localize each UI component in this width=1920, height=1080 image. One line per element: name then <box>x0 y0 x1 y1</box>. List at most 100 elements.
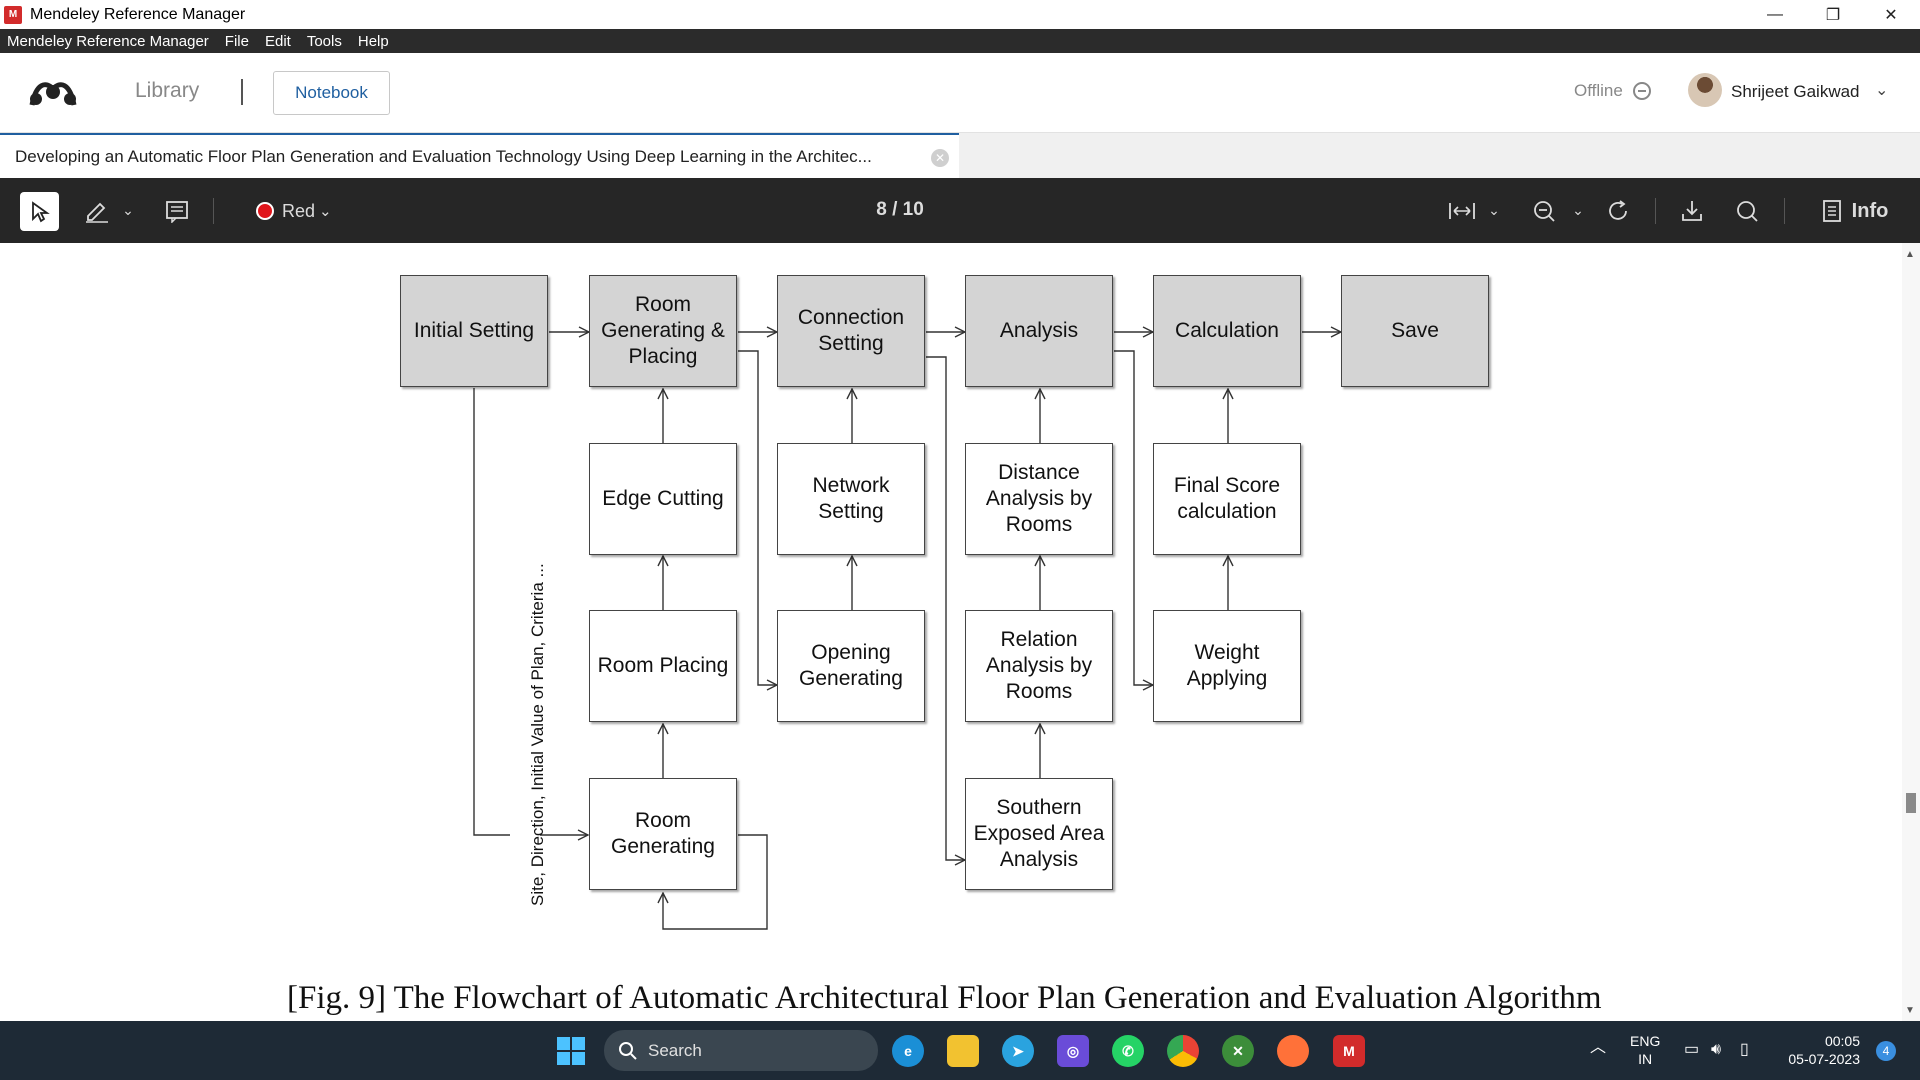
flow-box-initial-setting: Initial Setting <box>400 275 548 387</box>
flow-box-calculation: Calculation <box>1153 275 1301 387</box>
flow-box-weight-applying: Weight Applying <box>1153 610 1301 722</box>
chevron-down-icon[interactable]: ⌄ <box>1875 80 1888 100</box>
toolbar-divider <box>1784 198 1785 224</box>
menu-tools[interactable]: Tools <box>307 33 342 50</box>
search-document-button[interactable] <box>1733 198 1761 224</box>
toolbar-divider <box>213 198 214 224</box>
document-tab-title: Developing an Automatic Floor Plan Gener… <box>15 146 872 166</box>
notification-badge[interactable]: 4 <box>1876 1041 1896 1061</box>
comment-note-icon <box>166 201 188 223</box>
offline-label: Offline <box>1574 81 1623 100</box>
document-tab-strip: Developing an Automatic Floor Plan Gener… <box>0 133 1920 178</box>
flow-box-southern-exposed-area: Southern Exposed Area Analysis <box>965 778 1113 890</box>
search-icon <box>619 1041 637 1060</box>
language-code: ENG <box>1630 1033 1661 1049</box>
flow-box-room-generating: Room Generating <box>589 778 737 890</box>
telegram-icon[interactable]: ➤ <box>1002 1035 1034 1067</box>
flow-box-room-generating-placing: Room Generating & Placing <box>589 275 737 387</box>
page-indicator[interactable]: 8 / 10 <box>860 199 940 221</box>
toolbar-divider <box>1655 198 1656 224</box>
app-header: Library Notebook Offline Shrijeet Gaikwa… <box>0 53 1920 133</box>
flow-box-connection-setting: Connection Setting <box>777 275 925 387</box>
edge-browser-icon[interactable]: e <box>892 1035 924 1067</box>
rotate-button[interactable] <box>1604 198 1632 224</box>
clock-date: 05-07-2023 <box>1788 1051 1860 1067</box>
windows-taskbar: Search e ➤ ◎ ✆ ✕ M ︿ ENG IN ▭ 🔊︎ ▯ 00:05… <box>0 1021 1920 1080</box>
mendeley-logo-icon[interactable] <box>28 75 78 111</box>
xbox-icon[interactable]: ✕ <box>1222 1035 1254 1067</box>
color-label: Red <box>282 200 316 221</box>
info-label: Info <box>1851 199 1889 222</box>
battery-icon[interactable]: ▯ <box>1740 1041 1749 1059</box>
cursor-arrow-icon <box>31 200 50 222</box>
pdf-toolbar: ⌄ Red ⌄ 8 / 10 ⌄ ⌄ Info <box>0 178 1920 243</box>
info-button[interactable]: Info <box>1815 196 1895 226</box>
scroll-up-icon[interactable]: ▲ <box>1905 249 1915 260</box>
close-button[interactable]: ✕ <box>1862 0 1920 29</box>
flow-box-distance-analysis: Distance Analysis by Rooms <box>965 443 1113 555</box>
fit-options-chevron-icon[interactable]: ⌄ <box>1486 200 1502 220</box>
highlighter-options-chevron-icon[interactable]: ⌄ <box>120 200 136 220</box>
messenger-app-icon[interactable]: ◎ <box>1057 1035 1089 1067</box>
zoom-options-chevron-icon[interactable]: ⌄ <box>1570 200 1586 220</box>
close-tab-icon[interactable]: ✕ <box>931 149 949 167</box>
restore-button[interactable]: ❐ <box>1804 0 1862 29</box>
library-nav-link[interactable]: Library <box>135 79 199 103</box>
color-picker-button[interactable]: Red ⌄ <box>256 196 344 226</box>
tray-overflow-chevron-icon[interactable]: ︿ <box>1590 1039 1606 1057</box>
taskbar-search-box[interactable]: Search <box>604 1030 878 1071</box>
title-bar: M Mendeley Reference Manager — ❐ ✕ <box>0 0 1920 29</box>
figure-caption: [Fig. 9] The Flowchart of Automatic Arch… <box>287 980 1602 1016</box>
pdf-viewport[interactable]: Initial Setting Room Generating & Placin… <box>0 243 1920 1021</box>
scrollbar-thumb[interactable] <box>1906 793 1916 813</box>
comment-tool-button[interactable] <box>163 198 191 224</box>
mendeley-taskbar-icon[interactable]: M <box>1333 1035 1365 1067</box>
firefox-icon[interactable] <box>1277 1035 1309 1067</box>
window-controls: — ❐ ✕ <box>1746 0 1920 29</box>
clock[interactable]: 00:05 05-07-2023 <box>1780 1032 1860 1068</box>
menu-file[interactable]: File <box>225 33 249 50</box>
select-tool-button[interactable] <box>20 192 59 231</box>
flow-box-save: Save <box>1341 275 1489 387</box>
flow-box-relation-analysis: Relation Analysis by Rooms <box>965 610 1113 722</box>
flow-box-network-setting: Network Setting <box>777 443 925 555</box>
flowchart-connectors <box>473 243 1900 930</box>
download-icon <box>1682 201 1702 221</box>
document-tab[interactable]: Developing an Automatic Floor Plan Gener… <box>0 133 959 178</box>
avatar[interactable] <box>1688 73 1722 107</box>
flow-box-analysis: Analysis <box>965 275 1113 387</box>
download-button[interactable] <box>1678 198 1706 224</box>
whatsapp-icon[interactable]: ✆ <box>1112 1035 1144 1067</box>
menu-help[interactable]: Help <box>358 33 389 50</box>
nav-divider <box>241 79 243 105</box>
info-document-icon <box>1822 200 1841 222</box>
flow-box-room-placing: Room Placing <box>589 610 737 722</box>
highlighter-pen-icon <box>86 202 108 223</box>
highlighter-tool-button[interactable] <box>82 198 112 224</box>
network-icon[interactable]: ▭ <box>1684 1041 1699 1059</box>
taskbar-search-label: Search <box>648 1040 702 1060</box>
red-color-swatch-icon <box>256 202 274 220</box>
vertical-input-label: Site, Direction, Initial Value of Plan, … <box>528 563 547 906</box>
volume-icon[interactable]: 🔊︎ <box>1711 1041 1721 1059</box>
menu-edit[interactable]: Edit <box>265 33 291 50</box>
menu-app[interactable]: Mendeley Reference Manager <box>7 33 209 50</box>
scroll-down-icon[interactable]: ▼ <box>1905 1005 1915 1016</box>
file-explorer-icon[interactable] <box>947 1035 979 1067</box>
notebook-button[interactable]: Notebook <box>273 71 390 115</box>
windows-start-icon[interactable] <box>555 1035 587 1067</box>
vertical-scrollbar[interactable]: ▲ ▼ <box>1902 243 1920 1021</box>
region-code: IN <box>1638 1051 1653 1067</box>
fit-width-icon <box>1449 203 1475 219</box>
language-indicator[interactable]: ENG IN <box>1630 1032 1660 1068</box>
user-name[interactable]: Shrijeet Gaikwad <box>1731 82 1860 102</box>
windows-logo-icon <box>557 1037 585 1065</box>
fit-width-button[interactable] <box>1448 198 1476 224</box>
offline-icon <box>1632 82 1651 100</box>
zoom-out-button[interactable] <box>1530 198 1558 224</box>
minimize-button[interactable]: — <box>1746 0 1804 29</box>
chrome-icon[interactable] <box>1167 1035 1199 1067</box>
offline-status[interactable]: Offline <box>1574 81 1651 101</box>
flow-box-edge-cutting: Edge Cutting <box>589 443 737 555</box>
flow-box-opening-generating: Opening Generating <box>777 610 925 722</box>
